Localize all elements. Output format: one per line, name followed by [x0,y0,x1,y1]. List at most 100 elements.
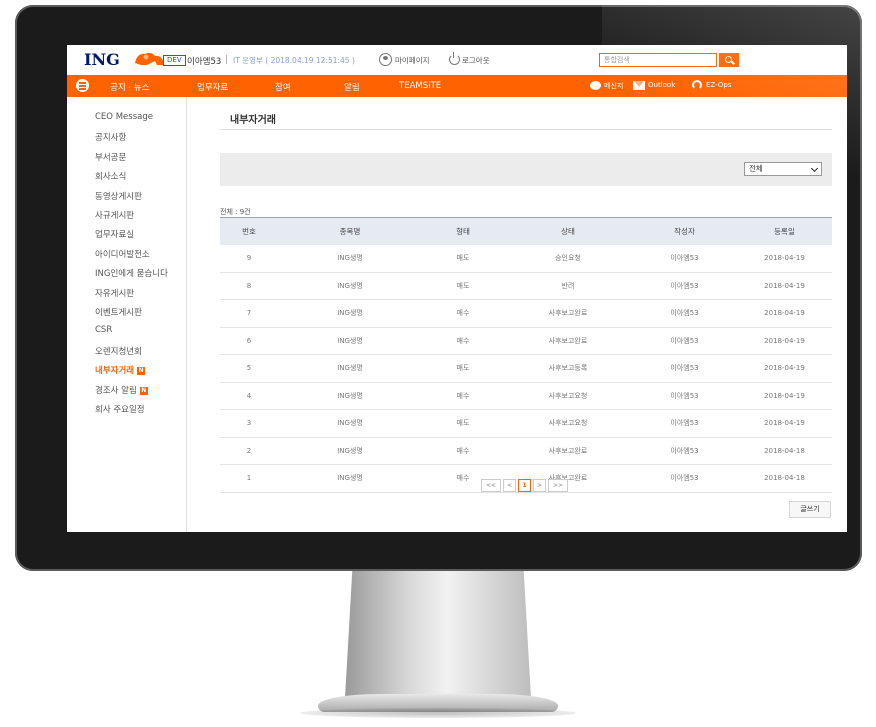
col-header-type: 형태 [422,217,504,245]
messenger-icon[interactable] [590,81,601,90]
col-header-no: 번호 [220,217,278,245]
cell-stock: ING생명 [278,464,422,493]
table-row[interactable]: 8 ING생명 매도 반려 이아엠53 2018-04-19 [220,272,832,300]
sidebar-item-event-board[interactable]: 이벤트게시판 [95,306,142,318]
filter-select[interactable]: 전체 [744,162,822,176]
sidebar-item-video-board[interactable]: 동영상게시판 [95,190,142,202]
sidebar-item-label: 부서공문 [95,152,127,163]
cell-status: 사후보고요청 [504,382,632,410]
cell-date: 2018-04-19 [737,299,832,328]
table-header-row: 번호 종목명 형태 상태 작성자 등록일 [220,217,832,245]
search-button[interactable] [719,53,739,67]
sidebar-item-company-news[interactable]: 회사소식 [95,170,126,182]
monitor-shadow [300,708,576,718]
page-current-button[interactable]: 1 [518,479,531,492]
table-row[interactable]: 3 ING생명 매도 사후보고요청 이아엠53 2018-04-19 [220,409,832,438]
write-button[interactable]: 글쓰기 [789,501,831,518]
monitor-bezel: ING DEV 이아엠53 | IT 운영부 ( 2018.04.19 12:5… [15,5,862,571]
mypage-link[interactable]: 마이페이지 [395,55,430,66]
sidebar-item-orange-youth[interactable]: 오렌지청년회 [95,345,142,357]
sidebar-item-dept-notice[interactable]: 부서공문 [95,151,126,163]
ing-logo[interactable]: ING [84,50,120,69]
sidebar-item-idea-lab[interactable]: 아이디어발전소 [95,248,150,260]
table-row[interactable]: 7 ING생명 매수 사후보고완료 이아엠53 2018-04-19 [220,299,832,328]
table-row[interactable]: 4 ING생명 매수 사후보고요청 이아엠53 2018-04-19 [220,382,832,410]
sidebar-item-insider-trading[interactable]: 내부자거래 N [95,364,146,376]
page-prev-button[interactable]: < [503,479,516,492]
monitor-stand [345,568,531,698]
headset-icon[interactable] [692,80,702,90]
cell-author: 이아엠53 [632,245,737,273]
table-row[interactable]: 9 ING생명 매도 승인요청 이아엠53 2018-04-19 [220,245,832,273]
new-badge: N [139,386,148,395]
table-row[interactable]: 6 ING생명 매수 사후보고완료 이아엠53 2018-04-19 [220,327,832,355]
cell-author: 이아엠53 [632,382,737,410]
nav-item-notification[interactable]: 알림 [344,81,360,93]
sidebar-item-label: 경조사 알림 [95,385,137,396]
nav-item-notice-news[interactable]: 공지 · 뉴스 [110,81,149,93]
cell-stock: ING생명 [278,437,422,465]
mail-icon[interactable] [633,81,645,90]
messenger-link[interactable]: 메신저 [604,81,623,91]
cell-author: 이아엠53 [632,464,737,493]
table-row[interactable]: 2 ING생명 매수 사후보고완료 이아엠53 2018-04-18 [220,437,832,465]
page-last-button[interactable]: >> [548,479,568,492]
sidebar-item-label: 이벤트게시판 [95,308,142,318]
page-first-button[interactable]: << [481,479,501,492]
mypage-icon[interactable] [379,53,392,66]
title-divider [220,129,832,130]
lion-logo-icon [135,52,163,65]
cell-type: 매도 [422,409,504,438]
top-header: ING DEV 이아엠53 | IT 운영부 ( 2018.04.19 12:5… [67,45,847,75]
cell-stock: ING생명 [278,409,422,438]
sidebar-item-label: CEO Message [95,112,153,122]
sidebar-item-free-board[interactable]: 자유게시판 [95,287,134,299]
sidebar-item-work-library[interactable]: 업무자료실 [95,228,134,240]
sidebar-item-company-schedule[interactable]: 회사 주요일정 [95,403,145,415]
cell-no: 9 [220,245,278,273]
logout-link[interactable]: 로그아웃 [462,55,490,66]
cell-status: 반려 [504,272,632,300]
page-title: 내부자거래 [230,115,276,126]
main-nav: 공지 · 뉴스 업무자료 참여 알림 TEAMSITE 메신저 Outlook … [67,75,847,97]
filter-bar [220,153,832,186]
cell-stock: ING생명 [278,354,422,383]
cell-status: 사후보고완료 [504,437,632,465]
nav-item-work-materials[interactable]: 업무자료 [197,81,228,93]
new-badge: N [137,367,146,376]
page-next-button[interactable]: > [533,479,546,492]
sidebar-item-ceo-message[interactable]: CEO Message [95,112,153,122]
total-count: 전체 : 9건 [220,208,251,216]
sidebar-item-family-events[interactable]: 경조사 알림 N [95,384,148,396]
nav-item-participation[interactable]: 참여 [275,81,291,93]
search-input[interactable]: 통합검색 [599,53,717,67]
sidebar-item-label: 업무자료실 [95,230,135,241]
sidebar-item-csr[interactable]: CSR [95,325,112,335]
cell-status: 사후보고완료 [504,299,632,328]
sidebar-item-label: 오렌지청년회 [95,346,142,357]
cell-no: 4 [220,382,278,410]
col-header-author: 작성자 [632,217,737,245]
sidebar-item-ask-ing[interactable]: ING인에게 묻습니다 [95,267,168,279]
cell-stock: ING생명 [278,382,422,410]
cell-stock: ING생명 [278,272,422,300]
ezops-link[interactable]: EZ-Ops [706,81,731,89]
cell-author: 이아엠53 [632,272,737,300]
power-icon[interactable] [449,52,460,65]
sidebar-item-rules-board[interactable]: 사규게시판 [95,209,134,221]
table-body: 9 ING생명 매도 승인요청 이아엠53 2018-04-19 8 ING생명 매도 반려 이아엠… [220,245,832,493]
sidebar-item-notice[interactable]: 공지사항 [95,131,126,143]
intranet-screen: ING DEV 이아엠53 | IT 운영부 ( 2018.04.19 12:5… [67,45,847,532]
table-row[interactable]: 5 ING생명 매도 사후보고등록 이아엠53 2018-04-19 [220,354,832,383]
outlook-link[interactable]: Outlook [648,81,675,89]
col-header-status: 상태 [504,217,632,245]
cell-date: 2018-04-19 [737,382,832,410]
cell-no: 6 [220,327,278,355]
cell-type: 매도 [422,245,504,273]
cell-author: 이아엠53 [632,354,737,383]
hamburger-menu-icon[interactable] [76,79,89,92]
sidebar-item-label: ING인에게 묻습니다 [95,269,168,280]
sidebar-item-label: 아이디어발전소 [95,249,150,260]
nav-item-teamsite[interactable]: TEAMSITE [399,81,441,91]
cell-status: 사후보고요청 [504,409,632,438]
